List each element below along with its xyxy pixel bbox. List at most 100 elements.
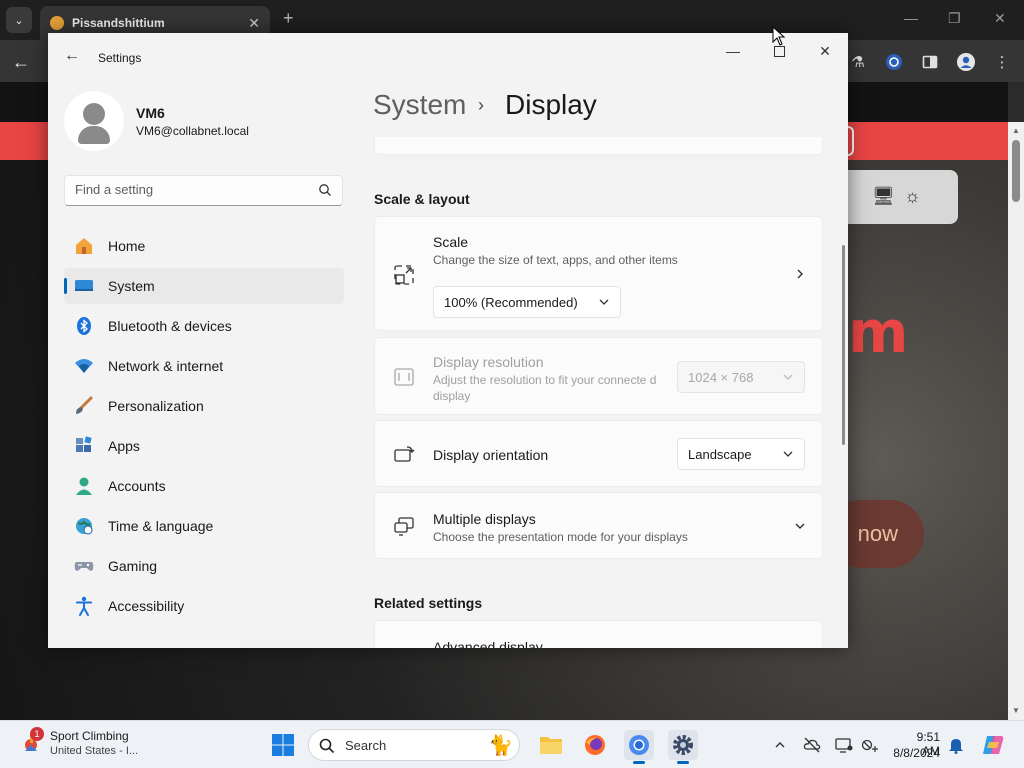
close-icon[interactable]: ✕ <box>815 41 835 61</box>
multiple-displays-description: Choose the presentation mode for your di… <box>433 529 733 545</box>
bell-icon[interactable] <box>946 735 966 755</box>
chevron-down-icon <box>782 448 794 460</box>
breadcrumb-chevron-icon: › <box>478 95 484 116</box>
tab-search-button[interactable]: ⌄ <box>6 7 32 33</box>
file-explorer-app[interactable] <box>536 730 566 760</box>
browser-restore-icon[interactable]: ❐ <box>948 10 961 27</box>
settings-window: ← Settings — ✕ VM6 VM6@collabnet.local H… <box>48 33 848 648</box>
tab-title: Pissandshittium <box>72 16 248 30</box>
orientation-value: Landscape <box>688 447 752 462</box>
sidebar-item-label: Apps <box>108 438 140 454</box>
sidepanel-icon[interactable] <box>920 52 940 72</box>
display-projection-icon[interactable] <box>834 735 854 755</box>
orientation-icon <box>393 444 415 466</box>
scroll-up-icon[interactable]: ▲ <box>1012 126 1020 135</box>
page-scroll-thumb[interactable] <box>1012 140 1020 202</box>
gamepad-icon <box>74 556 94 576</box>
sidebar-item-network[interactable]: Network & internet <box>64 348 344 384</box>
running-indicator <box>677 761 689 764</box>
firefox-icon <box>583 733 607 757</box>
find-setting-box[interactable] <box>64 175 343 206</box>
folder-icon <box>539 734 563 756</box>
network-disconnected-icon[interactable] <box>860 735 880 755</box>
scale-card[interactable]: Scale Change the size of text, apps, and… <box>374 216 823 331</box>
tab-close-icon[interactable]: ✕ <box>248 15 260 32</box>
sidebar-item-label: Network & internet <box>108 358 223 374</box>
browser-minimize-icon[interactable]: — <box>904 10 918 26</box>
profile-icon[interactable] <box>956 52 976 72</box>
cat-illustration-icon: 🐈 <box>488 733 513 758</box>
accounts-icon <box>74 476 94 496</box>
labs-flask-icon[interactable]: ⚗ <box>848 52 868 72</box>
chevron-up-icon[interactable] <box>770 735 790 755</box>
chevron-down-icon[interactable] <box>794 520 806 532</box>
search-icon[interactable] <box>318 183 332 197</box>
browser-menu-icon[interactable]: ⋮ <box>992 52 1012 72</box>
sidebar-item-label: Accessibility <box>108 598 184 614</box>
page-scrollbar[interactable]: ▲ ▼ <box>1008 122 1024 720</box>
firefox-app[interactable] <box>580 730 610 760</box>
running-indicator <box>633 761 645 764</box>
sidebar-item-label: Personalization <box>108 398 204 414</box>
scroll-down-icon[interactable]: ▼ <box>1012 706 1020 715</box>
sidebar-item-label: Bluetooth & devices <box>108 318 232 334</box>
new-tab-icon[interactable]: + <box>283 8 294 29</box>
start-button[interactable] <box>268 730 298 760</box>
sidebar-item-label: Time & language <box>108 518 213 534</box>
user-email: VM6@collabnet.local <box>136 124 249 138</box>
chevron-right-icon[interactable] <box>794 268 806 280</box>
taskbar-search-text: Search <box>345 738 386 753</box>
monitor-icon[interactable]: 🖥 <box>872 186 895 207</box>
sidebar-item-gaming[interactable]: Gaming <box>64 548 344 584</box>
sidebar-item-accessibility[interactable]: Accessibility <box>64 588 344 624</box>
extension-icon[interactable] <box>884 52 904 72</box>
page-cta-label: now <box>858 521 898 547</box>
active-indicator <box>64 278 67 294</box>
sidebar-item-accounts[interactable]: Accounts <box>64 468 344 504</box>
sidebar-item-label: System <box>108 278 155 294</box>
resolution-card: Display resolution Adjust the resolution… <box>374 337 823 415</box>
breadcrumb-parent[interactable]: System <box>373 89 466 121</box>
copilot-icon[interactable] <box>980 735 1006 755</box>
multiple-displays-card[interactable]: Multiple displays Choose the presentatio… <box>374 492 823 559</box>
browser-close-icon[interactable]: ✕ <box>994 10 1006 27</box>
resolution-description: Adjust the resolution to fit your connec… <box>433 372 663 404</box>
page-heading-fragment: m <box>848 298 908 366</box>
browser-back-icon[interactable]: ← <box>12 52 30 73</box>
orientation-card[interactable]: Display orientation Landscape <box>374 420 823 487</box>
avatar[interactable] <box>64 91 124 151</box>
content-scrollbar[interactable] <box>842 245 845 445</box>
back-arrow-icon[interactable]: ← <box>64 47 80 65</box>
taskbar-search-box[interactable]: Search 🐈 <box>308 729 520 761</box>
sidebar-item-bluetooth[interactable]: Bluetooth & devices <box>64 308 344 344</box>
taskbar: 1 Sport Climbing United States - I... Se… <box>0 720 1024 768</box>
scale-dropdown[interactable]: 100% (Recommended) <box>433 286 621 318</box>
widget-title[interactable]: Sport Climbing <box>50 729 129 743</box>
bluetooth-icon <box>74 316 94 336</box>
orientation-dropdown[interactable]: Landscape <box>677 438 805 470</box>
home-icon <box>74 236 94 256</box>
sidebar-item-home[interactable]: Home <box>64 228 344 264</box>
scale-icon <box>393 264 415 286</box>
clock-date[interactable]: 8/8/2024 <box>888 746 940 760</box>
chrome-app[interactable] <box>624 730 654 760</box>
scale-title: Scale <box>433 234 468 250</box>
cloud-offline-icon[interactable] <box>802 735 822 755</box>
sidebar-item-personalization[interactable]: Personalization <box>64 388 344 424</box>
settings-app[interactable] <box>668 730 698 760</box>
advanced-display-card[interactable]: Advanced display <box>374 620 823 648</box>
sidebar-item-system[interactable]: System <box>64 268 344 304</box>
user-name: VM6 <box>136 105 165 121</box>
find-setting-input[interactable] <box>75 182 305 197</box>
accessibility-icon <box>74 596 94 616</box>
settings-titlebar: ← Settings — ✕ <box>48 33 848 81</box>
section-title-scale-layout: Scale & layout <box>374 191 470 207</box>
sidebar-item-apps[interactable]: Apps <box>64 428 344 464</box>
avatar-body-icon <box>78 126 110 144</box>
minimize-icon[interactable]: — <box>723 41 743 61</box>
widget-subtitle[interactable]: United States - I... <box>50 745 138 757</box>
sidebar-item-label: Gaming <box>108 558 157 574</box>
sidebar-item-time-language[interactable]: Time & language <box>64 508 344 544</box>
wifi-icon <box>74 356 94 376</box>
sun-icon[interactable]: ☼ <box>904 186 921 207</box>
